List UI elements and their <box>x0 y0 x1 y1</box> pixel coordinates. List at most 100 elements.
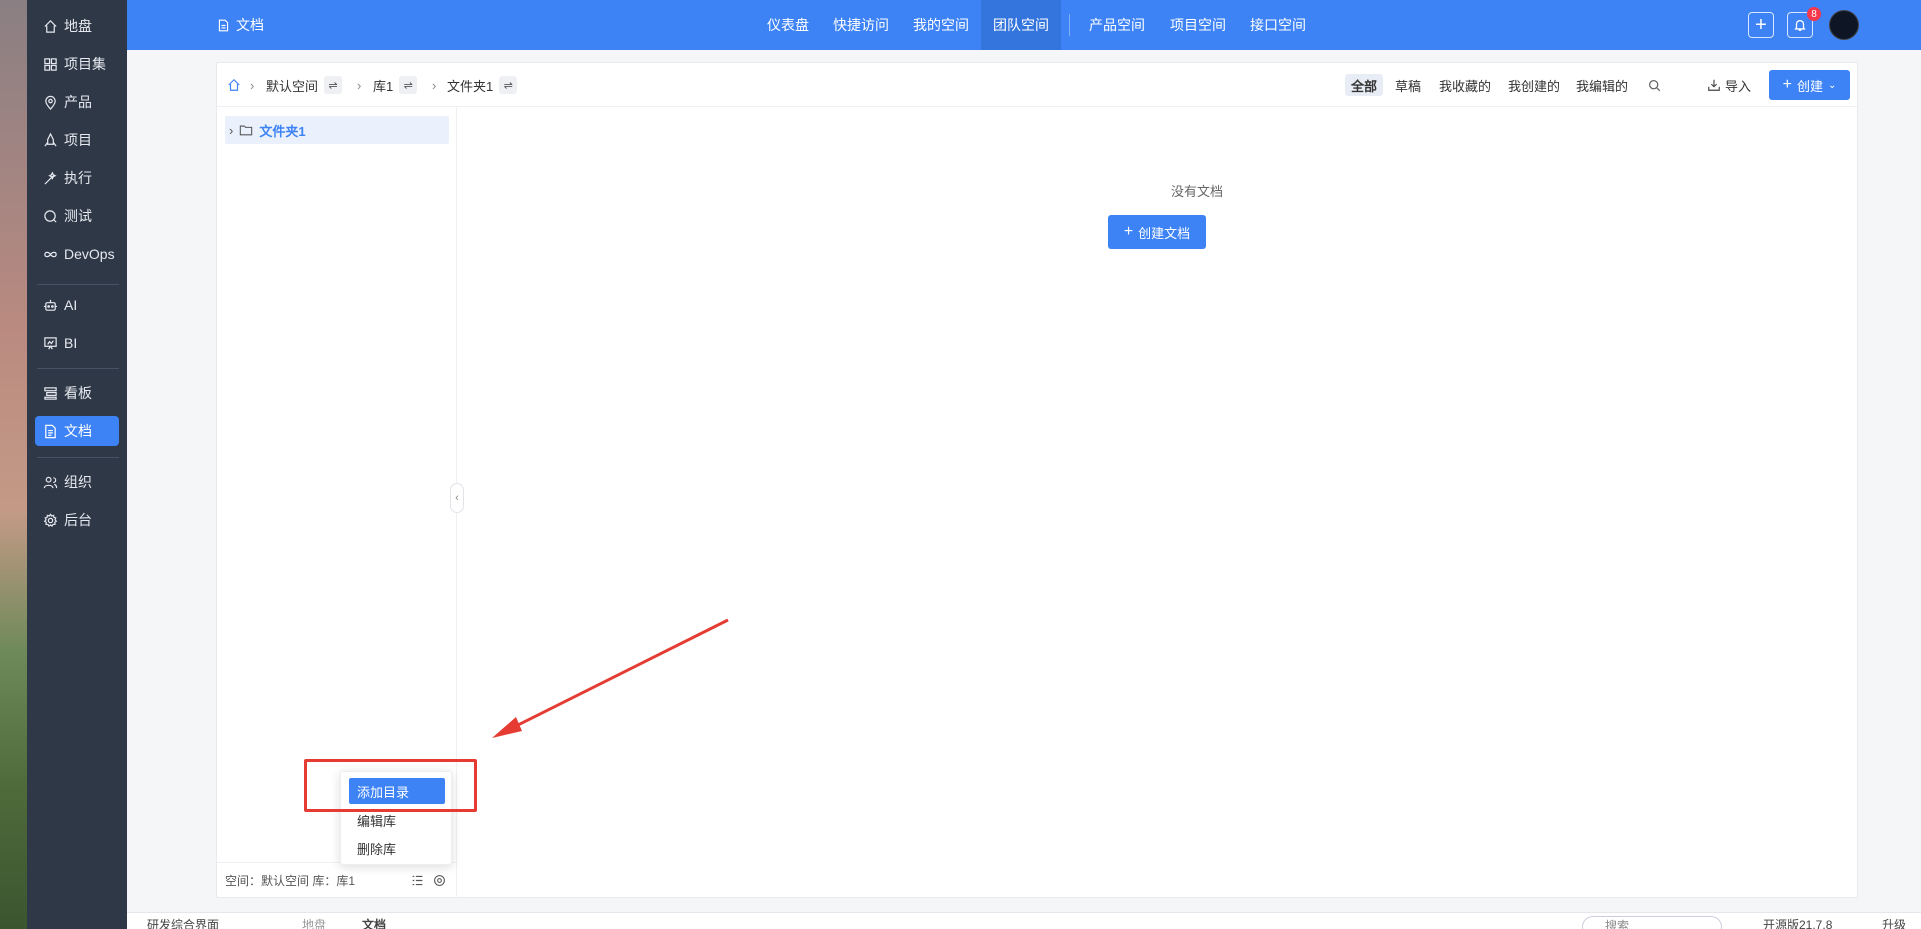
notification-badge: 8 <box>1807 7 1821 21</box>
sidebar: 地盘 项目集 产品 项目 执行 测试 DevOps AI BI 看板 文档 组织… <box>27 0 127 929</box>
sidebar-item-label: 看板 <box>64 385 92 401</box>
document-icon <box>218 19 229 31</box>
robot-icon <box>43 299 58 311</box>
wand-icon <box>44 171 57 185</box>
nav-project-space[interactable]: 项目空间 <box>1158 0 1238 50</box>
sidebar-item-kanban[interactable]: 看板 <box>35 378 119 408</box>
search-icon <box>1648 79 1661 91</box>
filter-favorites[interactable]: 我收藏的 <box>1433 74 1497 96</box>
sidebar-item-ai[interactable]: AI <box>35 290 119 320</box>
nav-quick-access[interactable]: 快捷访问 <box>821 0 901 50</box>
pin-icon <box>45 95 56 110</box>
sidebar-item-test[interactable]: 测试 <box>35 201 119 231</box>
infinity-icon <box>44 251 57 257</box>
upgrade-link[interactable]: 升级 <box>1882 916 1906 929</box>
sidebar-item-label: 测试 <box>64 208 92 224</box>
switch-icon[interactable]: ⇌ <box>499 76 518 94</box>
folder-icon <box>240 125 253 136</box>
add-button[interactable]: + <box>1748 12 1774 38</box>
create-doc-label: 创建文档 <box>1138 225 1191 241</box>
create-button[interactable]: + 创建 ⌄ <box>1769 70 1850 100</box>
empty-state-text: 没有文档 <box>1170 184 1223 199</box>
create-label: 创建 <box>1796 78 1823 94</box>
sidebar-item-docs[interactable]: 文档 <box>35 416 119 446</box>
chevron-right-icon: › <box>357 77 362 93</box>
settings-gear-icon[interactable] <box>431 872 447 888</box>
chevron-right-icon[interactable]: › <box>229 123 233 138</box>
bell-icon <box>1794 19 1806 31</box>
grid-icon <box>44 57 57 71</box>
bottom-bar: 研发综合界面 地盘 文档 搜索 开源版21.7.8 升级 <box>127 912 1921 929</box>
people-icon <box>43 476 58 488</box>
annotation-highlight-box <box>304 759 477 812</box>
sidebar-item-project[interactable]: 项目 <box>35 125 119 155</box>
sidebar-item-label: AI <box>64 297 78 313</box>
breadcrumb-home[interactable] <box>227 63 241 107</box>
arrow-shaft <box>497 618 729 737</box>
rocket-icon <box>44 132 57 146</box>
switch-icon[interactable]: ⇌ <box>399 76 418 94</box>
chevron-left-icon: ‹ <box>455 492 459 504</box>
bottom-search-input[interactable]: 搜索 <box>1582 916 1722 929</box>
home-icon <box>228 78 240 91</box>
menu-item-delete-lib[interactable]: 删除库 <box>349 835 445 861</box>
import-button[interactable]: 导入 <box>1707 74 1751 96</box>
version-label: 开源版21.7.8 <box>1763 918 1833 929</box>
nav-api-space[interactable]: 接口空间 <box>1238 0 1318 50</box>
sidebar-item-label: BI <box>64 335 78 351</box>
app-title-label: 文档 <box>236 17 264 33</box>
breadcrumb-label: 库1 <box>373 78 394 94</box>
sidebar-item-label: 项目集 <box>64 56 106 72</box>
plus-icon: + <box>1755 14 1767 36</box>
app-title: 文档 <box>217 0 264 50</box>
desktop-wallpaper <box>0 0 27 929</box>
bottom-left-label[interactable]: 研发综合界面 <box>147 916 219 929</box>
chevron-right-icon: › <box>250 77 255 93</box>
search-button[interactable] <box>1642 74 1667 96</box>
nav-team-space[interactable]: 团队空间 <box>981 0 1061 50</box>
breadcrumb-item-folder[interactable]: 文件夹1 ⇌ <box>447 63 518 107</box>
filter-draft[interactable]: 草稿 <box>1389 74 1427 96</box>
nav-dashboard[interactable]: 仪表盘 <box>755 0 821 50</box>
sidebar-item-org[interactable]: 组织 <box>35 467 119 497</box>
sidebar-divider <box>37 284 119 285</box>
nav-product-space[interactable]: 产品空间 <box>1077 0 1157 50</box>
home-icon <box>44 19 57 33</box>
sidebar-item-label: 产品 <box>64 94 92 110</box>
sidebar-item-label: 项目 <box>64 132 92 148</box>
kanban-icon <box>44 386 57 400</box>
tree-node-folder[interactable]: › 文件夹1 <box>225 116 449 144</box>
tree-node-label: 文件夹1 <box>259 123 306 139</box>
breadcrumb-item-lib[interactable]: 库1 ⇌ <box>373 63 418 107</box>
sidebar-item-product[interactable]: 产品 <box>35 87 119 117</box>
collapse-sidebar-handle[interactable]: ‹ <box>450 483 464 513</box>
list-icon[interactable] <box>409 872 425 888</box>
avatar[interactable] <box>1829 10 1859 40</box>
filter-all[interactable]: 全部 <box>1345 74 1384 96</box>
switch-icon[interactable]: ⇌ <box>324 76 343 94</box>
breadcrumb-label: 默认空间 <box>266 78 319 94</box>
nav-my-space[interactable]: 我的空间 <box>901 0 981 50</box>
sidebar-item-execution[interactable]: 执行 <box>35 163 119 193</box>
sidebar-item-bi[interactable]: BI <box>35 328 119 358</box>
breadcrumb-item-space[interactable]: 默认空间 ⇌ <box>266 63 343 107</box>
sidebar-item-program[interactable]: 项目集 <box>35 49 119 79</box>
sidebar-item-home[interactable]: 地盘 <box>35 11 119 41</box>
sidebar-item-label: DevOps <box>64 246 115 262</box>
sidebar-item-devops[interactable]: DevOps <box>35 239 119 269</box>
sidebar-divider <box>37 368 119 369</box>
filter-created[interactable]: 我创建的 <box>1502 74 1566 96</box>
breadcrumb-label: 文件夹1 <box>447 78 494 94</box>
filter-edited[interactable]: 我编辑的 <box>1570 74 1634 96</box>
bottom-tab-docs[interactable]: 文档 <box>362 916 386 929</box>
chevron-right-icon: › <box>432 77 437 93</box>
magnifier-icon <box>44 209 57 223</box>
space-lib-info: 空间：默认空间 库：库1 <box>225 874 356 888</box>
sidebar-item-admin[interactable]: 后台 <box>35 505 119 535</box>
bottom-tab-home[interactable]: 地盘 <box>302 916 326 929</box>
create-doc-button[interactable]: + 创建文档 <box>1108 215 1206 249</box>
sidebar-item-label: 组织 <box>64 474 92 490</box>
sidebar-item-label: 地盘 <box>64 18 92 34</box>
chart-board-icon <box>44 336 57 349</box>
document-icon <box>45 424 56 438</box>
